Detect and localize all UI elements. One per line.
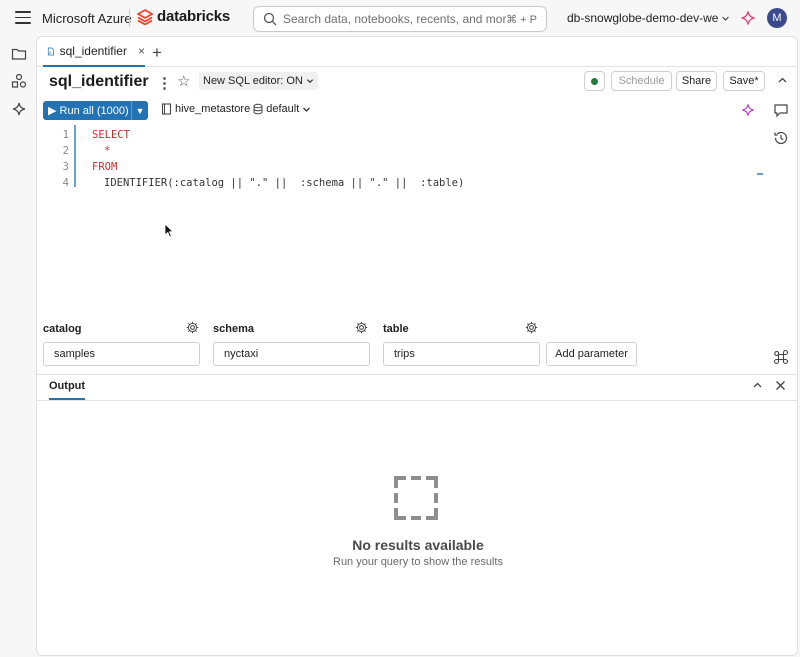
run-all-text: Run all — [59, 105, 94, 117]
tab-strip: sql_identifier × + — [37, 37, 797, 67]
databricks-logo-icon — [137, 8, 153, 25]
search-input[interactable]: Search data, notebooks, recents, and mor… — [253, 6, 547, 32]
run-all-dropdown[interactable]: ▼ — [132, 106, 148, 116]
editor-scroll-marker — [757, 173, 763, 175]
chevron-up-icon[interactable] — [777, 75, 788, 86]
line-number: 4 — [62, 177, 69, 189]
share-button[interactable]: Share — [676, 71, 717, 91]
database-icon — [253, 103, 263, 115]
chevron-down-icon — [722, 16, 730, 21]
parameter-label: schema — [213, 323, 254, 335]
comment-icon[interactable] — [773, 102, 789, 118]
parameter-input[interactable]: samples — [43, 342, 200, 366]
save-button[interactable]: Save* — [723, 71, 765, 91]
brand-divider — [129, 9, 130, 27]
favorite-star-icon[interactable]: ☆ — [177, 72, 190, 90]
shapes-icon[interactable] — [11, 73, 27, 89]
search-placeholder: Search data, notebooks, recents, and mor… — [283, 12, 507, 26]
empty-results-title: No results available — [352, 537, 484, 553]
add-parameter-button[interactable]: Add parameter — [546, 342, 637, 366]
code-line[interactable]: * — [104, 145, 110, 157]
assistant-sparkle-icon[interactable] — [740, 10, 756, 26]
azure-brand[interactable]: Microsoft Azure — [42, 11, 132, 26]
parameter-input[interactable]: nyctaxi — [213, 342, 370, 366]
chevron-down-icon — [303, 107, 311, 112]
catalog-name: hive_metastore — [175, 103, 251, 115]
top-bar: Microsoft Azure databricks Search data, … — [0, 0, 800, 36]
gear-icon[interactable] — [186, 321, 199, 334]
line-number: 3 — [62, 161, 69, 173]
search-icon — [263, 12, 277, 26]
code-line[interactable]: FROM — [92, 161, 117, 173]
schedule-button[interactable]: Schedule — [611, 71, 672, 91]
close-icon[interactable]: × — [138, 44, 145, 58]
compute-status-button[interactable] — [584, 71, 605, 91]
tab-sql-identifier[interactable]: sql_identifier × — [43, 37, 145, 67]
line-number: 1 — [62, 129, 69, 141]
left-rail — [0, 36, 36, 657]
parameter-label: catalog — [43, 323, 82, 335]
run-all-count: (1000) — [96, 105, 129, 117]
editor-gutter-marker — [74, 125, 76, 187]
chevron-up-icon[interactable] — [752, 380, 763, 391]
assistant-icon[interactable] — [11, 101, 27, 117]
tab-label: sql_identifier — [59, 44, 127, 58]
add-tab-button[interactable]: + — [152, 43, 162, 63]
close-icon[interactable] — [775, 380, 786, 391]
menu-icon[interactable] — [15, 11, 31, 25]
parameter-input[interactable]: trips — [383, 342, 540, 366]
search-shortcut: ⌘ + P — [506, 13, 537, 26]
history-icon[interactable] — [773, 130, 789, 146]
tab-output[interactable]: Output — [49, 380, 85, 392]
empty-results-subtitle: Run your query to show the results — [333, 556, 503, 568]
folder-icon[interactable] — [11, 46, 27, 62]
sql-editor-toggle[interactable]: New SQL editor: ON — [199, 72, 318, 90]
assistant-sparkle-icon[interactable] — [741, 103, 755, 117]
catalog-schema-selector[interactable]: hive_metastore default — [161, 103, 311, 115]
databricks-logo[interactable]: databricks — [137, 8, 230, 25]
schema-name: default — [266, 103, 300, 115]
run-all-button[interactable]: ▶ Run all (1000) ▼ — [43, 101, 148, 120]
catalog-icon — [161, 103, 172, 115]
user-avatar[interactable]: M — [767, 8, 787, 28]
gear-icon[interactable] — [355, 321, 368, 334]
notebook-title[interactable]: sql_identifier — [49, 73, 149, 91]
databricks-wordmark: databricks — [157, 8, 231, 25]
kebab-menu-icon[interactable]: ⋮ — [157, 74, 172, 92]
workspace-selector[interactable]: db-snowglobe-demo-dev-we — [567, 11, 730, 25]
right-rail — [766, 95, 800, 375]
chevron-down-icon — [306, 79, 313, 84]
output-header-border — [37, 400, 797, 401]
status-dot — [591, 78, 598, 85]
output-divider — [37, 374, 797, 375]
sql-editor[interactable]: 1 2 3 4 SELECT * FROM IDENTIFIER(:catalo… — [45, 125, 765, 295]
parameter-label: table — [383, 323, 409, 335]
run-all-label: ▶ Run all (1000) — [48, 105, 129, 117]
gear-icon[interactable] — [525, 321, 538, 334]
code-line[interactable]: IDENTIFIER(:catalog || "." || :schema ||… — [104, 177, 464, 189]
notebook-panel: sql_identifier × + sql_identifier ⋮ ☆ Ne… — [36, 36, 798, 656]
line-number: 2 — [62, 145, 69, 157]
workspace-name: db-snowglobe-demo-dev-we — [567, 11, 719, 25]
mouse-cursor-icon — [164, 223, 174, 238]
empty-results-icon — [394, 476, 438, 520]
sql-editor-toggle-label: New SQL editor: ON — [203, 75, 303, 87]
sql-file-icon — [47, 47, 55, 55]
keyboard-shortcut-icon[interactable] — [773, 349, 789, 365]
code-line[interactable]: SELECT — [92, 129, 130, 141]
